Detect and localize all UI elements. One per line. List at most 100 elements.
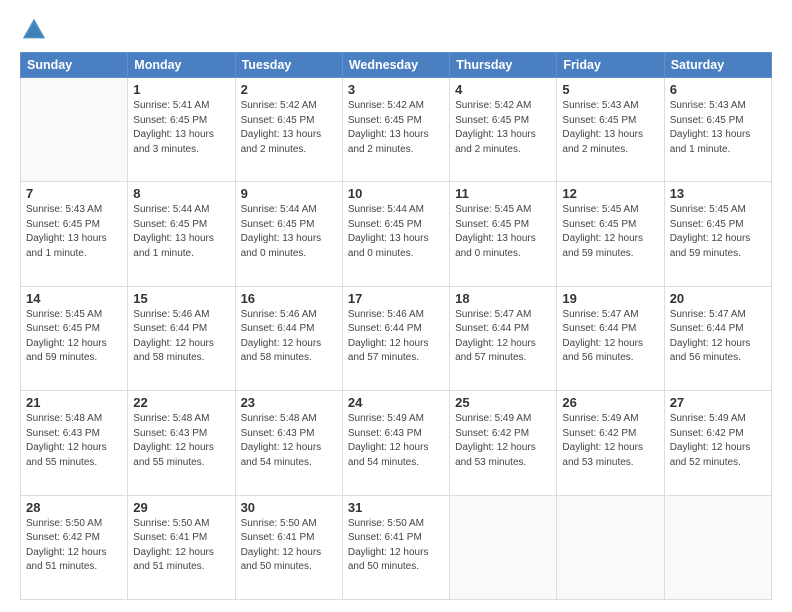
calendar-cell: 18 Sunrise: 5:47 AM Sunset: 6:44 PM Dayli… xyxy=(450,286,557,390)
calendar-cell: 8 Sunrise: 5:44 AM Sunset: 6:45 PM Daylig… xyxy=(128,182,235,286)
day-info: Sunrise: 5:42 AM Sunset: 6:45 PM Dayligh… xyxy=(241,99,337,157)
day-number: 21 xyxy=(26,395,122,410)
logo xyxy=(20,16,52,44)
calendar-cell: 31 Sunrise: 5:50 AM Sunset: 6:41 PM Dayli… xyxy=(342,495,449,599)
week-row-3: 21 Sunrise: 5:48 AM Sunset: 6:43 PM Dayli… xyxy=(21,391,772,495)
calendar-cell: 2 Sunrise: 5:42 AM Sunset: 6:45 PM Daylig… xyxy=(235,78,342,182)
day-info: Sunrise: 5:42 AM Sunset: 6:45 PM Dayligh… xyxy=(455,99,551,157)
day-info: Sunrise: 5:44 AM Sunset: 6:45 PM Dayligh… xyxy=(133,203,229,261)
calendar-cell xyxy=(21,78,128,182)
day-info: Sunrise: 5:46 AM Sunset: 6:44 PM Dayligh… xyxy=(241,308,337,366)
day-number: 25 xyxy=(455,395,551,410)
day-info: Sunrise: 5:50 AM Sunset: 6:41 PM Dayligh… xyxy=(241,517,337,575)
week-row-0: 1Sunrise: 5:41 AM Sunset: 6:45 PM Daylig… xyxy=(21,78,772,182)
day-header-monday: Monday xyxy=(128,53,235,78)
calendar-cell: 15 Sunrise: 5:46 AM Sunset: 6:44 PM Dayli… xyxy=(128,286,235,390)
day-info: Sunrise: 5:45 AM Sunset: 6:45 PM Dayligh… xyxy=(455,203,551,261)
calendar-table: SundayMondayTuesdayWednesdayThursdayFrid… xyxy=(20,52,772,600)
day-info: Sunrise: 5:43 AM Sunset: 6:45 PM Dayligh… xyxy=(670,99,766,157)
week-row-1: 7 Sunrise: 5:43 AM Sunset: 6:45 PM Daylig… xyxy=(21,182,772,286)
calendar-cell: 21 Sunrise: 5:48 AM Sunset: 6:43 PM Dayli… xyxy=(21,391,128,495)
calendar-cell xyxy=(664,495,771,599)
day-info: Sunrise: 5:45 AM Sunset: 6:45 PM Dayligh… xyxy=(670,203,766,261)
day-number: 6 xyxy=(670,82,766,97)
calendar-cell: 9 Sunrise: 5:44 AM Sunset: 6:45 PM Daylig… xyxy=(235,182,342,286)
calendar-cell: 25Sunrise: 5:49 AM Sunset: 6:42 PM Dayli… xyxy=(450,391,557,495)
day-info: Sunrise: 5:43 AM Sunset: 6:45 PM Dayligh… xyxy=(26,203,122,261)
day-number: 5 xyxy=(562,82,658,97)
day-number: 2 xyxy=(241,82,337,97)
calendar-cell: 24 Sunrise: 5:49 AM Sunset: 6:43 PM Dayli… xyxy=(342,391,449,495)
day-info: Sunrise: 5:44 AM Sunset: 6:45 PM Dayligh… xyxy=(241,203,337,261)
calendar-cell: 17 Sunrise: 5:46 AM Sunset: 6:44 PM Dayli… xyxy=(342,286,449,390)
calendar-cell: 1Sunrise: 5:41 AM Sunset: 6:45 PM Daylig… xyxy=(128,78,235,182)
day-number: 24 xyxy=(348,395,444,410)
calendar-cell: 7 Sunrise: 5:43 AM Sunset: 6:45 PM Daylig… xyxy=(21,182,128,286)
page: SundayMondayTuesdayWednesdayThursdayFrid… xyxy=(0,0,792,612)
day-info: Sunrise: 5:50 AM Sunset: 6:42 PM Dayligh… xyxy=(26,517,122,575)
day-number: 9 xyxy=(241,186,337,201)
day-number: 15 xyxy=(133,291,229,306)
day-info: Sunrise: 5:46 AM Sunset: 6:44 PM Dayligh… xyxy=(133,308,229,366)
day-header-sunday: Sunday xyxy=(21,53,128,78)
day-info: Sunrise: 5:48 AM Sunset: 6:43 PM Dayligh… xyxy=(241,412,337,470)
day-number: 13 xyxy=(670,186,766,201)
calendar-cell: 23Sunrise: 5:48 AM Sunset: 6:43 PM Dayli… xyxy=(235,391,342,495)
calendar-cell: 13 Sunrise: 5:45 AM Sunset: 6:45 PM Dayli… xyxy=(664,182,771,286)
calendar-cell: 11 Sunrise: 5:45 AM Sunset: 6:45 PM Dayli… xyxy=(450,182,557,286)
day-info: Sunrise: 5:42 AM Sunset: 6:45 PM Dayligh… xyxy=(348,99,444,157)
day-info: Sunrise: 5:47 AM Sunset: 6:44 PM Dayligh… xyxy=(670,308,766,366)
calendar-cell: 30 Sunrise: 5:50 AM Sunset: 6:41 PM Dayli… xyxy=(235,495,342,599)
day-header-friday: Friday xyxy=(557,53,664,78)
day-number: 28 xyxy=(26,500,122,515)
day-info: Sunrise: 5:50 AM Sunset: 6:41 PM Dayligh… xyxy=(133,517,229,575)
day-number: 11 xyxy=(455,186,551,201)
day-info: Sunrise: 5:50 AM Sunset: 6:41 PM Dayligh… xyxy=(348,517,444,575)
day-info: Sunrise: 5:43 AM Sunset: 6:45 PM Dayligh… xyxy=(562,99,658,157)
day-header-tuesday: Tuesday xyxy=(235,53,342,78)
day-header-saturday: Saturday xyxy=(664,53,771,78)
day-info: Sunrise: 5:46 AM Sunset: 6:44 PM Dayligh… xyxy=(348,308,444,366)
day-number: 16 xyxy=(241,291,337,306)
calendar-cell: 29 Sunrise: 5:50 AM Sunset: 6:41 PM Dayli… xyxy=(128,495,235,599)
day-info: Sunrise: 5:48 AM Sunset: 6:43 PM Dayligh… xyxy=(26,412,122,470)
calendar-cell: 3 Sunrise: 5:42 AM Sunset: 6:45 PM Daylig… xyxy=(342,78,449,182)
day-info: Sunrise: 5:45 AM Sunset: 6:45 PM Dayligh… xyxy=(562,203,658,261)
day-header-thursday: Thursday xyxy=(450,53,557,78)
calendar-cell: 10 Sunrise: 5:44 AM Sunset: 6:45 PM Dayli… xyxy=(342,182,449,286)
calendar-cell: 28 Sunrise: 5:50 AM Sunset: 6:42 PM Dayli… xyxy=(21,495,128,599)
day-number: 3 xyxy=(348,82,444,97)
calendar-cell: 27Sunrise: 5:49 AM Sunset: 6:42 PM Dayli… xyxy=(664,391,771,495)
day-number: 31 xyxy=(348,500,444,515)
day-info: Sunrise: 5:41 AM Sunset: 6:45 PM Dayligh… xyxy=(133,99,229,157)
day-number: 29 xyxy=(133,500,229,515)
day-number: 10 xyxy=(348,186,444,201)
week-row-4: 28 Sunrise: 5:50 AM Sunset: 6:42 PM Dayli… xyxy=(21,495,772,599)
day-number: 22 xyxy=(133,395,229,410)
day-info: Sunrise: 5:49 AM Sunset: 6:42 PM Dayligh… xyxy=(670,412,766,470)
calendar-cell: 4 Sunrise: 5:42 AM Sunset: 6:45 PM Daylig… xyxy=(450,78,557,182)
day-number: 17 xyxy=(348,291,444,306)
day-info: Sunrise: 5:49 AM Sunset: 6:42 PM Dayligh… xyxy=(562,412,658,470)
day-info: Sunrise: 5:44 AM Sunset: 6:45 PM Dayligh… xyxy=(348,203,444,261)
day-number: 12 xyxy=(562,186,658,201)
day-number: 4 xyxy=(455,82,551,97)
calendar-cell: 22Sunrise: 5:48 AM Sunset: 6:43 PM Dayli… xyxy=(128,391,235,495)
calendar-cell: 16 Sunrise: 5:46 AM Sunset: 6:44 PM Dayli… xyxy=(235,286,342,390)
calendar-cell: 5 Sunrise: 5:43 AM Sunset: 6:45 PM Daylig… xyxy=(557,78,664,182)
day-number: 30 xyxy=(241,500,337,515)
calendar-cell xyxy=(450,495,557,599)
day-info: Sunrise: 5:47 AM Sunset: 6:44 PM Dayligh… xyxy=(455,308,551,366)
day-info: Sunrise: 5:47 AM Sunset: 6:44 PM Dayligh… xyxy=(562,308,658,366)
day-number: 8 xyxy=(133,186,229,201)
calendar-cell: 19 Sunrise: 5:47 AM Sunset: 6:44 PM Dayli… xyxy=(557,286,664,390)
day-info: Sunrise: 5:49 AM Sunset: 6:43 PM Dayligh… xyxy=(348,412,444,470)
day-number: 26 xyxy=(562,395,658,410)
calendar-cell: 20Sunrise: 5:47 AM Sunset: 6:44 PM Dayli… xyxy=(664,286,771,390)
calendar-cell xyxy=(557,495,664,599)
day-number: 19 xyxy=(562,291,658,306)
day-number: 7 xyxy=(26,186,122,201)
day-number: 18 xyxy=(455,291,551,306)
day-number: 14 xyxy=(26,291,122,306)
calendar-cell: 26 Sunrise: 5:49 AM Sunset: 6:42 PM Dayli… xyxy=(557,391,664,495)
